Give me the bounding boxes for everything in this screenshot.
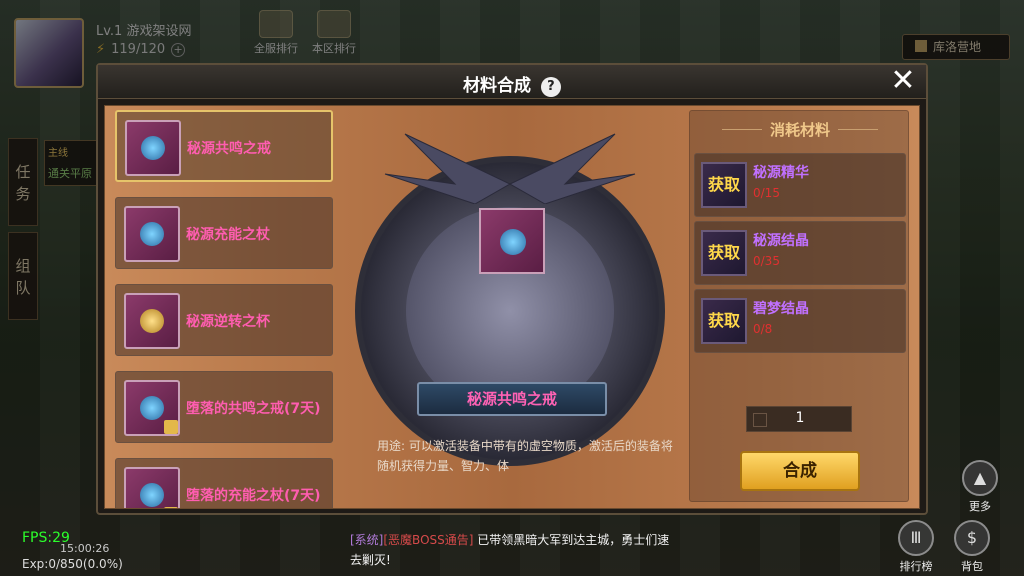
exp-text: Exp:0/850(0.0%) bbox=[22, 557, 123, 571]
lock-icon bbox=[164, 420, 178, 434]
material-synthesis-dialog: 材料合成? ✕ 秘源共鸣之戒 秘源充能之杖 秘源逆转之杯 堕落的共鸣之戒(7天)… bbox=[96, 63, 928, 515]
up-arrow-icon: ▲ bbox=[962, 460, 998, 496]
recipe-item[interactable]: 秘源共鸣之戒 bbox=[115, 110, 333, 182]
recipe-item[interactable]: 秘源充能之杖 bbox=[115, 197, 333, 269]
cup-icon bbox=[124, 293, 180, 349]
material-item: 获取 秘源结晶 0/35 bbox=[694, 221, 906, 285]
close-button[interactable]: ✕ bbox=[888, 66, 918, 97]
staff-icon bbox=[124, 206, 180, 262]
item-description: 用途: 可以激活装备中带有的虚空物质，激活后的装备将随机获得力量、智力、体 bbox=[377, 439, 673, 473]
more-button[interactable]: ▲ 更多 bbox=[958, 460, 1002, 514]
synthesize-button[interactable]: 合成 bbox=[740, 451, 860, 491]
materials-title: 消耗材料 bbox=[690, 119, 910, 140]
materials-panel: 消耗材料 获取 秘源精华 0/15 获取 秘源结晶 0/35 获取 碧梦结晶 0/8 1 合… bbox=[689, 110, 909, 502]
recipe-list[interactable]: 秘源共鸣之戒 秘源充能之杖 秘源逆转之杯 堕落的共鸣之戒(7天) 堕落的充能之杖… bbox=[115, 110, 337, 508]
get-material-button[interactable]: 获取 bbox=[701, 298, 747, 344]
selected-item-slot bbox=[479, 208, 545, 274]
help-icon[interactable]: ? bbox=[536, 72, 566, 102]
wing-ornament bbox=[384, 133, 636, 204]
bag-button[interactable]: $ 背包 bbox=[950, 520, 994, 574]
lock-icon bbox=[164, 507, 178, 508]
staff-icon bbox=[124, 467, 180, 508]
dialog-body: 秘源共鸣之戒 秘源充能之杖 秘源逆转之杯 堕落的共鸣之戒(7天) 堕落的充能之杖… bbox=[104, 105, 920, 509]
material-item: 获取 碧梦结晶 0/8 bbox=[694, 289, 906, 353]
ring-icon bbox=[500, 229, 526, 255]
recipe-item[interactable]: 秘源逆转之杯 bbox=[115, 284, 333, 356]
material-item: 获取 秘源精华 0/15 bbox=[694, 153, 906, 217]
ranking-button[interactable]: Ⅲ 排行榜 bbox=[894, 520, 938, 574]
clock: 15:00:26 bbox=[60, 542, 110, 555]
bag-icon: $ bbox=[954, 520, 990, 556]
get-material-button[interactable]: 获取 bbox=[701, 230, 747, 276]
recipe-item[interactable]: 堕落的充能之杖(7天) bbox=[115, 458, 333, 508]
dialog-titlebar: 材料合成? ✕ bbox=[98, 65, 926, 102]
get-material-button[interactable]: 获取 bbox=[701, 162, 747, 208]
recipe-item[interactable]: 堕落的共鸣之戒(7天) bbox=[115, 371, 333, 443]
ring-icon bbox=[124, 380, 180, 436]
selected-item-name: 秘源共鸣之戒 bbox=[417, 382, 607, 416]
quantity-input[interactable]: 1 bbox=[746, 406, 852, 432]
chat-message: [系统][恶魔BOSS通告] 已带领黑暗大军到达主城，勇士们速去剿灭! bbox=[350, 533, 670, 567]
ring-icon bbox=[125, 120, 181, 176]
dialog-title: 材料合成? bbox=[98, 71, 926, 102]
pillar-icon: Ⅲ bbox=[898, 520, 934, 556]
